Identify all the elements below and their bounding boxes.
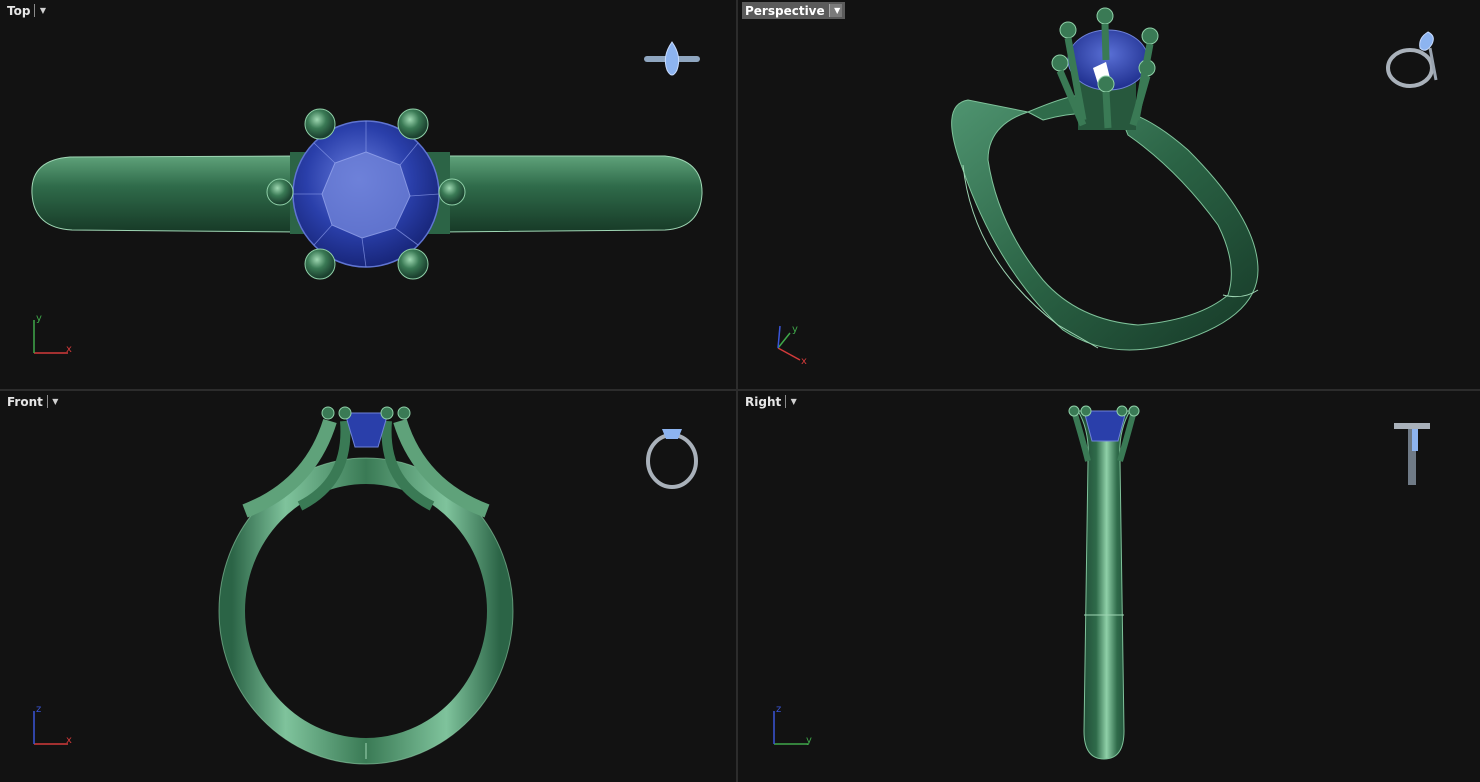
right-view-model[interactable] <box>738 391 1480 782</box>
axis-label-v: z <box>776 704 781 715</box>
axis-label-h: y <box>806 735 812 746</box>
front-view-model[interactable] <box>0 391 736 782</box>
ring-preview-icon[interactable] <box>640 419 704 491</box>
axis-label-h: x <box>66 735 72 746</box>
axis-indicator: y z <box>773 704 812 746</box>
perspective-view-model[interactable] <box>738 0 1480 389</box>
top-view-model[interactable] <box>0 0 736 389</box>
viewport-top[interactable]: Top ▼ x y <box>0 0 736 389</box>
axis-indicator: x y <box>777 324 807 367</box>
axis-label-v: z <box>36 704 41 715</box>
axis-label-v: y <box>36 313 42 324</box>
axis-label-h: x <box>66 344 72 355</box>
viewport-right[interactable]: Right ▼ y z <box>738 391 1480 782</box>
axis-indicator: x y <box>33 313 72 355</box>
viewport-grid: Top ▼ x y Perspective ▼ x y Front ▼ x z … <box>0 0 1480 782</box>
ring-preview-icon[interactable] <box>1386 417 1438 487</box>
axis-label-v: y <box>792 324 798 335</box>
viewport-perspective[interactable]: Perspective ▼ x y <box>738 0 1480 389</box>
viewport-divider-vertical[interactable] <box>736 0 738 782</box>
viewport-front[interactable]: Front ▼ x z <box>0 391 736 782</box>
axis-indicator: x z <box>33 704 72 746</box>
axis-label-h: x <box>801 356 807 367</box>
ring-preview-icon[interactable] <box>640 38 704 86</box>
ring-preview-icon[interactable] <box>1382 24 1444 92</box>
viewport-divider-horizontal[interactable] <box>0 389 1480 391</box>
